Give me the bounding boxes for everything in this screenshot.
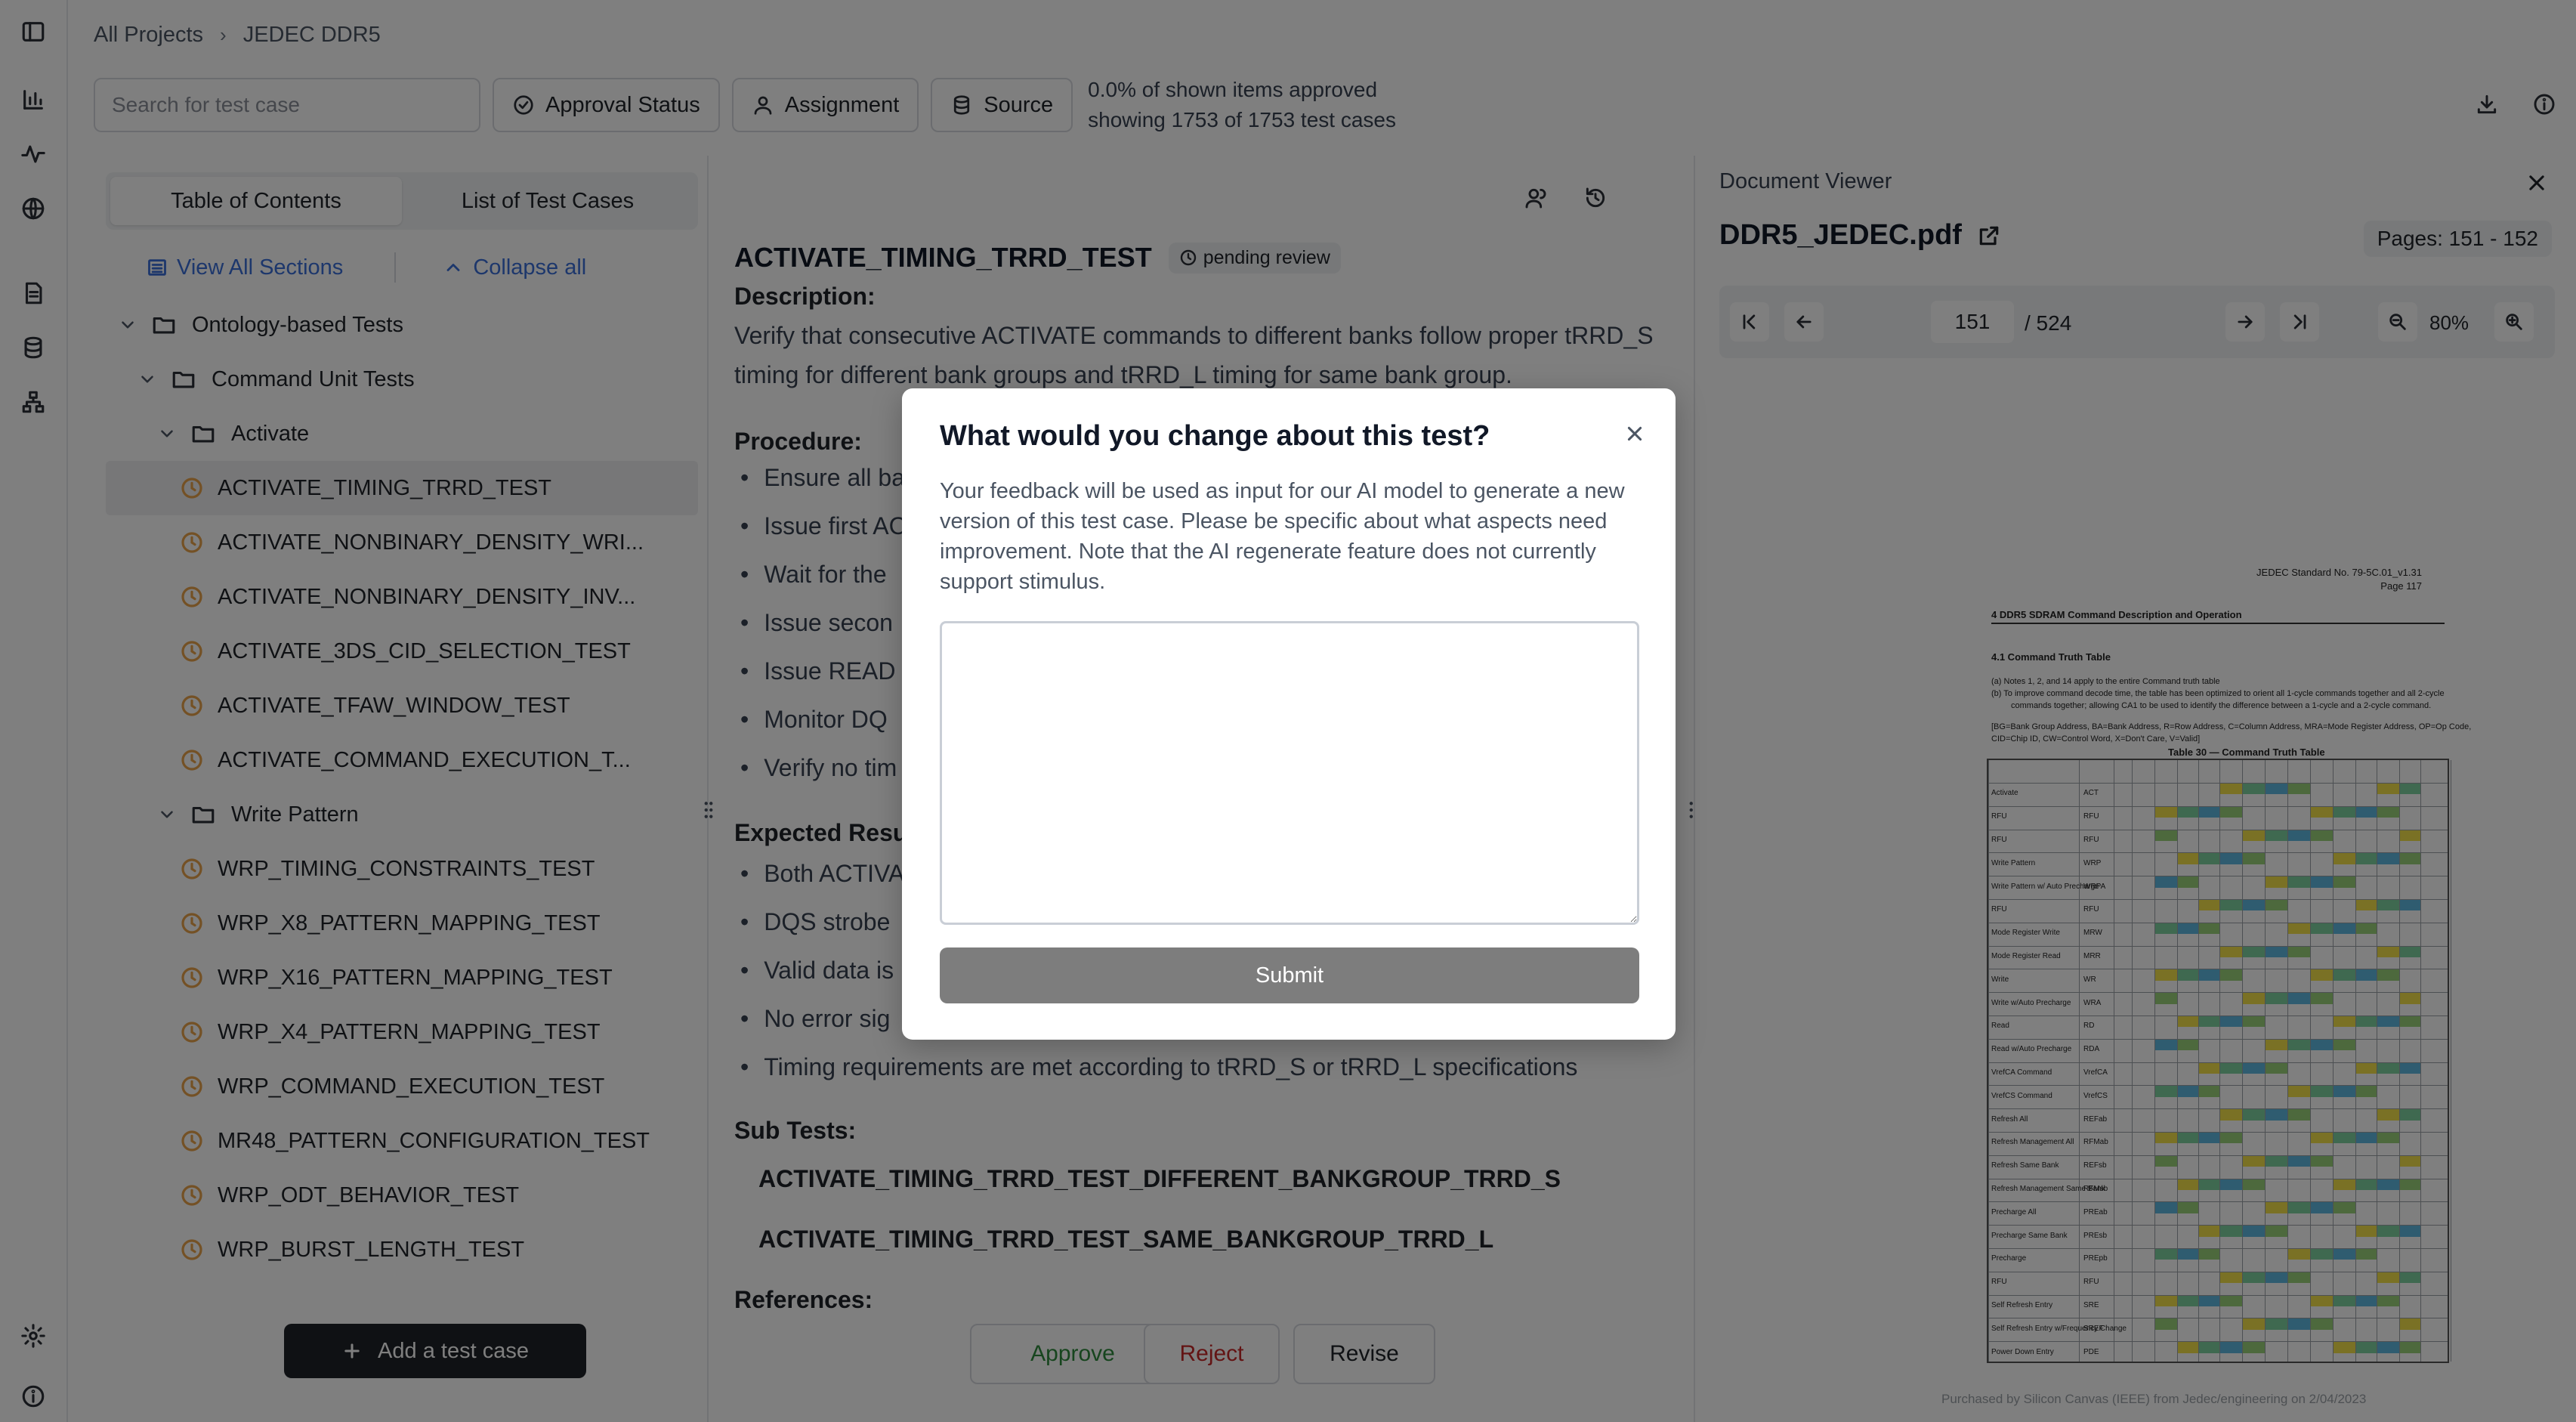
dialog-title: What would you change about this test? [940, 420, 1490, 452]
submit-button[interactable]: Submit [940, 947, 1639, 1003]
dialog-description: Your feedback will be used as input for … [940, 479, 1625, 594]
feedback-textarea[interactable] [940, 621, 1639, 925]
feedback-dialog: What would you change about this test? Y… [902, 388, 1676, 1040]
close-icon[interactable] [1621, 420, 1648, 447]
